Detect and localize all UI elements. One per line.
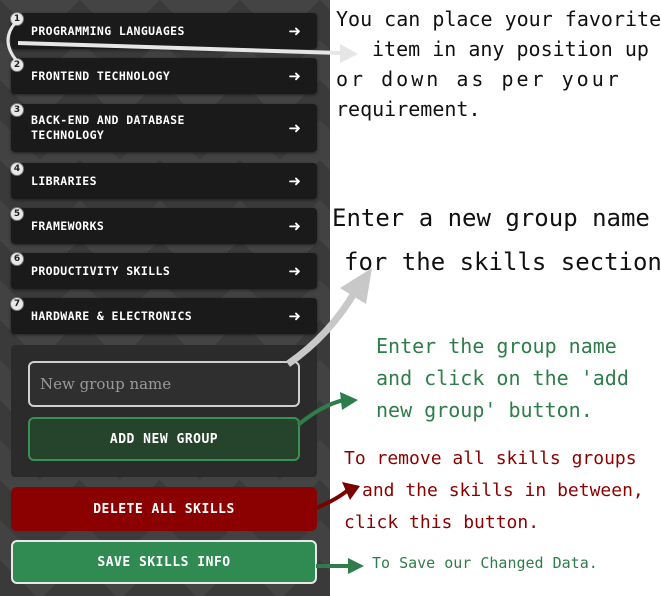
order-number-badge: 3 <box>10 103 24 117</box>
order-number-badge: 1 <box>10 12 24 26</box>
annotation-line: item in any position up <box>372 37 649 61</box>
skills-editor-panel: PROGRAMMING LANGUAGES ➜ FRONTEND TECHNOL… <box>0 0 330 596</box>
order-number-badge: 4 <box>10 162 24 176</box>
arrow-right-icon[interactable]: ➜ <box>288 173 301 189</box>
skill-group-item[interactable]: FRONTEND TECHNOLOGY ➜ <box>11 58 317 94</box>
arrow-right-icon[interactable]: ➜ <box>288 218 301 234</box>
skill-group-label: BACK-END AND DATABASE TECHNOLOGY <box>31 113 185 142</box>
arrow-right-icon[interactable]: ➜ <box>288 68 301 84</box>
annotation-line: You can place your favorite <box>336 7 661 31</box>
annotation-line: requirement. <box>336 97 481 121</box>
annotation-line: Enter a new group name <box>332 204 650 232</box>
delete-annotation: To remove all skills groups and the skil… <box>344 443 644 539</box>
skill-group-label: PROGRAMMING LANGUAGES <box>31 23 185 38</box>
skill-group-label: HARDWARE & ELECTRONICS <box>31 308 193 323</box>
skill-group-label: LIBRARIES <box>31 173 97 188</box>
skill-group-label: FRONTEND TECHNOLOGY <box>31 68 171 83</box>
delete-all-skills-button[interactable]: DELETE ALL SKILLS <box>11 487 317 531</box>
annotation-line: new group' button. <box>376 398 593 422</box>
skill-group-item[interactable]: PRODUCTIVITY SKILLS ➜ <box>11 253 317 289</box>
annotation-line: Enter the group name <box>376 334 617 358</box>
group-name-annotation: Enter a new group name for the skills se… <box>332 196 661 284</box>
arrow-right-icon[interactable]: ➜ <box>288 263 301 279</box>
annotation-line: To remove all skills groups <box>344 448 637 469</box>
annotation-line: or down as per your <box>336 67 622 91</box>
add-group-annotation: Enter the group name and click on the 'a… <box>376 330 629 426</box>
order-number-badge: 2 <box>10 58 24 72</box>
skill-group-item[interactable]: PROGRAMMING LANGUAGES ➜ <box>11 13 317 49</box>
arrow-right-icon[interactable]: ➜ <box>288 23 301 39</box>
annotation-line: for the skills section. <box>344 248 661 276</box>
group-name-input[interactable] <box>28 361 300 407</box>
skill-group-item[interactable]: HARDWARE & ELECTRONICS ➜ <box>11 298 317 334</box>
order-number-badge: 5 <box>10 207 24 221</box>
annotation-line: click this button. <box>344 512 540 533</box>
order-number-badge: 7 <box>10 297 24 311</box>
arrow-right-icon[interactable]: ➜ <box>288 120 301 136</box>
skill-group-label: FRAMEWORKS <box>31 218 105 233</box>
reorder-annotation: You can place your favorite item in any … <box>336 4 661 124</box>
save-skills-info-button[interactable]: SAVE SKILLS INFO <box>11 540 317 584</box>
skill-group-item[interactable]: FRAMEWORKS ➜ <box>11 208 317 244</box>
skill-group-item[interactable]: BACK-END AND DATABASE TECHNOLOGY ➜ <box>11 104 317 152</box>
add-new-group-button[interactable]: ADD NEW GROUP <box>28 417 300 461</box>
arrow-right-icon[interactable]: ➜ <box>288 308 301 324</box>
annotation-line: and the skills in between, <box>362 480 644 501</box>
annotation-line: and click on the 'add <box>376 366 629 390</box>
order-number-badge: 6 <box>10 252 24 266</box>
save-annotation: To Save our Changed Data. <box>372 554 598 572</box>
skill-group-label: PRODUCTIVITY SKILLS <box>31 263 171 278</box>
skill-group-item[interactable]: LIBRARIES ➜ <box>11 163 317 199</box>
